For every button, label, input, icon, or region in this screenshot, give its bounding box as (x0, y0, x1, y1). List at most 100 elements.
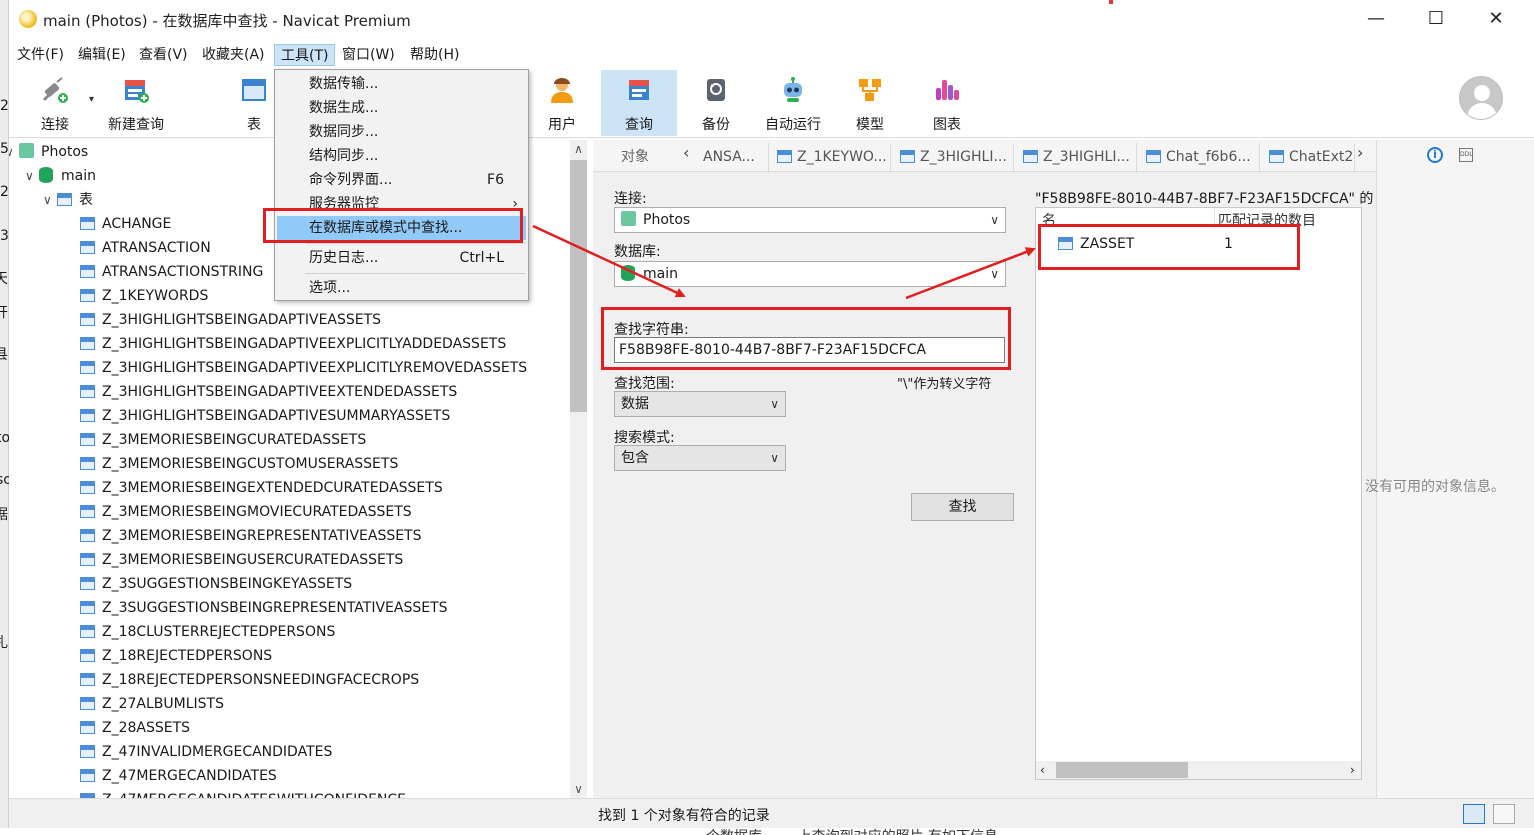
tree-table-item[interactable]: Z_3HIGHLIGHTSBEINGADAPTIVEEXTENDEDASSETS (80, 380, 457, 404)
scrollbar-thumb[interactable] (1056, 762, 1188, 778)
ddl-icon[interactable]: DDL (1459, 148, 1473, 162)
scroll-right-icon[interactable]: › (1350, 761, 1355, 779)
menu-window[interactable]: 窗口(W) (336, 44, 401, 66)
tree-table-item[interactable]: ACHANGE (80, 212, 171, 236)
tree-table-item[interactable]: Z_47INVALIDMERGECANDIDATES (80, 740, 332, 764)
tree-table-item[interactable]: Z_3MEMORIESBEINGEXTENDEDCURATEDASSETS (80, 476, 443, 500)
scroll-up-icon[interactable]: ∧ (570, 140, 587, 158)
tree-table-label: Z_47MERGECANDIDATES (102, 768, 277, 784)
toolbar-backup[interactable]: 备份 (678, 70, 754, 136)
toolbar-connect[interactable]: 连接 (17, 70, 93, 136)
menu-file[interactable]: 文件(F) (11, 44, 70, 66)
user-icon (551, 78, 573, 103)
tree-table-item[interactable]: Z_28ASSETS (80, 716, 190, 740)
toolbar-automation[interactable]: 自动运行 (755, 70, 831, 136)
database-select[interactable]: main ∨ (614, 261, 1006, 287)
chevron-down-icon: ∨ (770, 451, 779, 465)
tab-item[interactable]: ANSA... (697, 143, 769, 171)
tab-objects[interactable]: 对象 (621, 146, 649, 166)
toolbar-model[interactable]: 模型 (832, 70, 908, 136)
menu-view[interactable]: 查看(V) (133, 44, 194, 66)
tree-table-item[interactable]: Z_18REJECTEDPERSONSNEEDINGFACECROPS (80, 668, 419, 692)
scroll-down-icon[interactable]: ∨ (570, 780, 587, 798)
tree-table-label: Z_3MEMORIESBEINGCUSTOMUSERASSETS (102, 456, 399, 472)
tree-table-item[interactable]: Z_3HIGHLIGHTSBEINGADAPTIVEEXPLICITLYREMO… (80, 356, 527, 380)
menu-history-log[interactable]: 历史日志... Ctrl+L (277, 246, 526, 270)
menu-help[interactable]: 帮助(H) (404, 44, 465, 66)
info-icon[interactable]: i (1427, 147, 1443, 163)
tree-table-item[interactable]: Z_3MEMORIESBEINGMOVIECURATEDASSETS (80, 500, 412, 524)
toolbar-query-label: 查询 (625, 117, 653, 133)
tree-table-item[interactable]: Z_47MERGECANDIDATESWITHCONFIDENCE (80, 788, 406, 798)
view-detail-icon[interactable] (1493, 804, 1515, 824)
tree-table-item[interactable]: Z_3HIGHLIGHTSBEINGADAPTIVEEXPLICITLYADDE… (80, 332, 506, 356)
tree-table-item[interactable]: Z_3SUGGESTIONSBEINGREPRESENTATIVEASSETS (80, 596, 448, 620)
tree-table-item[interactable]: Z_3MEMORIESBEINGCURATEDASSETS (80, 428, 366, 452)
backup-icon (707, 79, 725, 101)
scrollbar-thumb[interactable] (570, 160, 587, 412)
chevron-down-icon[interactable]: ∨ (25, 164, 39, 188)
tree-table-item[interactable]: ATRANSACTION (80, 236, 211, 260)
maximize-button[interactable]: ☐ (1407, 0, 1465, 38)
tree-table-item[interactable]: Z_18CLUSTERREJECTEDPERSONS (80, 620, 335, 644)
tree-connection-row[interactable]: ∨ Photos (9, 140, 88, 164)
search-mode-select[interactable]: 包含 ∨ (614, 445, 786, 471)
tree-table-item[interactable]: Z_3HIGHLIGHTSBEINGADAPTIVESUMMARYASSETS (80, 404, 450, 428)
tabs-scroll-left-icon[interactable]: ‹ (683, 143, 689, 162)
tree-table-label: Z_3HIGHLIGHTSBEINGADAPTIVEEXPLICITLYADDE… (102, 336, 507, 352)
tabs-scroll-right-icon[interactable]: › (1357, 143, 1363, 162)
menu-data-generation[interactable]: 数据生成... (277, 96, 526, 120)
tree-table-item[interactable]: Z_27ALBUMLISTS (80, 692, 224, 716)
connect-dropdown-icon[interactable]: ▾ (89, 94, 94, 105)
user-avatar[interactable] (1459, 76, 1503, 120)
table-icon (900, 150, 915, 163)
tree-table-item[interactable]: Z_18REJECTEDPERSONS (80, 644, 272, 668)
menu-structure-sync[interactable]: 结构同步... (277, 144, 526, 168)
view-list-icon[interactable] (1463, 804, 1485, 824)
tab-item[interactable]: Chat_f6b6... (1140, 143, 1260, 171)
tree-table-item[interactable]: Z_47MERGECANDIDATES (80, 764, 277, 788)
tab-item[interactable]: ChatExt2 (1263, 143, 1355, 171)
tree-database-row[interactable]: ∨ main (25, 164, 96, 188)
menu-console[interactable]: 命令列界面... F6 (277, 168, 526, 192)
tree-table-item[interactable]: Z_3MEMORIESBEINGREPRESENTATIVEASSETS (80, 524, 422, 548)
menu-data-sync[interactable]: 数据同步... (277, 120, 526, 144)
results-horizontal-scrollbar[interactable]: ‹ › (1036, 761, 1361, 779)
close-button[interactable]: ✕ (1467, 0, 1525, 38)
tab-item[interactable]: Z_3HIGHLI... (1017, 143, 1137, 171)
chevron-down-icon: ∨ (990, 213, 999, 227)
tree-table-item[interactable]: Z_3SUGGESTIONSBEINGKEYASSETS (80, 572, 352, 596)
tree-table-item[interactable]: Z_3HIGHLIGHTSBEINGADAPTIVEASSETS (80, 308, 381, 332)
toolbar-chart[interactable]: 图表 (909, 70, 985, 136)
tree-table-item[interactable]: ATRANSACTIONSTRING (80, 260, 263, 284)
search-scope-select[interactable]: 数据 ∨ (614, 391, 786, 417)
table-icon (80, 721, 95, 734)
tab-item[interactable]: Z_3HIGHLI... (894, 143, 1014, 171)
tree-vertical-scrollbar[interactable]: ∧ ∨ (570, 140, 587, 798)
toolbar-new-query[interactable]: 新建查询 (98, 70, 174, 136)
menu-options[interactable]: 选项... (277, 276, 526, 300)
status-text: 找到 1 个对象有符合的记录 (598, 808, 770, 824)
table-icon (242, 79, 266, 101)
find-button[interactable]: 查找 (911, 493, 1014, 521)
connection-select[interactable]: Photos ∨ (614, 207, 1006, 233)
tree-table-label: Z_3MEMORIESBEINGMOVIECURATEDASSETS (102, 504, 412, 520)
minimize-button[interactable]: — (1347, 0, 1405, 38)
tab-item[interactable]: Z_1KEYWO... (771, 143, 891, 171)
chevron-down-icon[interactable]: ∨ (9, 140, 19, 164)
tree-table-item[interactable]: Z_1KEYWORDS (80, 284, 208, 308)
chevron-down-icon[interactable]: ∨ (43, 188, 57, 212)
tree-tables-node[interactable]: ∨ 表 (43, 188, 93, 212)
toolbar-query[interactable]: 查询 (601, 70, 677, 136)
tree-table-item[interactable]: Z_3MEMORIESBEINGCUSTOMUSERASSETS (80, 452, 398, 476)
scroll-left-icon[interactable]: ‹ (1040, 761, 1045, 779)
database-icon (39, 167, 53, 183)
menu-data-transfer[interactable]: 数据传输... (277, 72, 526, 96)
tab-label: Z_3HIGHLI... (1043, 149, 1130, 165)
table-icon (80, 361, 95, 374)
menu-edit[interactable]: 编辑(E) (72, 44, 132, 66)
toolbar-user[interactable]: 用户 (524, 70, 600, 136)
menu-favorites[interactable]: 收藏夹(A) (196, 44, 271, 66)
menu-tools[interactable]: 工具(T) (274, 44, 336, 66)
tree-table-item[interactable]: Z_3MEMORIESBEINGUSERCURATEDASSETS (80, 548, 403, 572)
